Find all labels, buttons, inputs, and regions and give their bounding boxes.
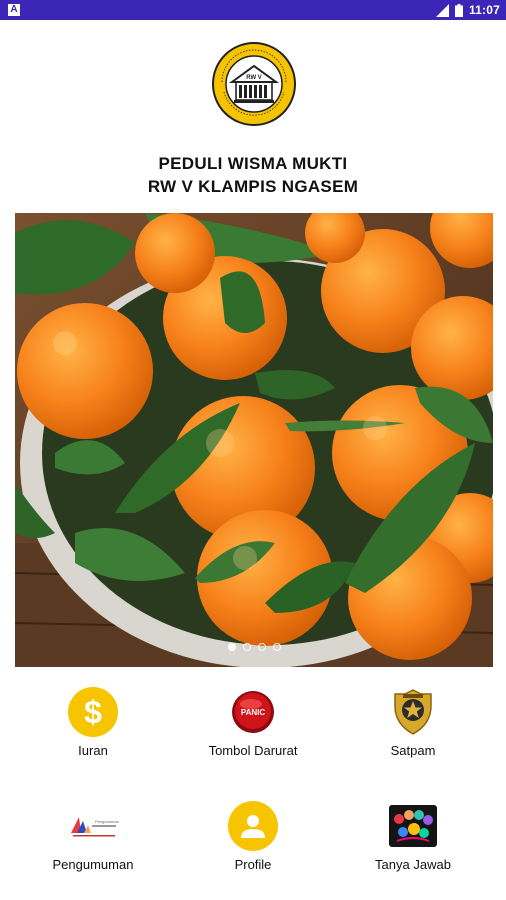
status-bar: A 11:07 xyxy=(0,0,506,20)
carousel-indicators xyxy=(15,643,493,651)
status-clock: 11:07 xyxy=(468,3,500,17)
menu-iuran-label: Iuran xyxy=(78,743,108,758)
rw-seal-icon: RW V xyxy=(212,42,296,126)
question-answer-icon xyxy=(389,805,437,847)
menu-tombol-darurat-label: Tombol Darurat xyxy=(208,743,298,758)
menu-tanya-jawab-label: Tanya Jawab xyxy=(375,857,451,872)
svg-text:PANIC: PANIC xyxy=(241,708,266,717)
menu-pengumuman[interactable]: Pengumuman Pengumuman xyxy=(9,800,177,872)
menu-iuran-icon-wrap: $ xyxy=(67,686,119,738)
carousel-dot-2[interactable] xyxy=(242,643,251,651)
organization-logo: RW V xyxy=(212,42,296,126)
user-profile-icon xyxy=(228,801,278,851)
menu-satpam-label: Satpam xyxy=(390,743,436,758)
dollar-icon: $ xyxy=(68,687,118,737)
carousel-dot-4[interactable] xyxy=(272,643,281,651)
svg-text:RW V: RW V xyxy=(246,75,262,81)
menu-profile-icon-wrap xyxy=(227,800,279,852)
svg-text:Pengumuman: Pengumuman xyxy=(95,819,119,824)
title-line-1: PEDULI WISMA MUKTI xyxy=(158,154,348,173)
menu-tombol-darurat[interactable]: PANIC Tombol Darurat xyxy=(169,686,337,758)
menu-iuran[interactable]: $ Iuran xyxy=(9,686,177,758)
carousel-dot-1[interactable] xyxy=(227,643,236,651)
menu-profile-label: Profile xyxy=(234,857,272,872)
svg-text:$: $ xyxy=(84,695,102,729)
signal-icon xyxy=(435,3,449,17)
menu-pengumuman-label: Pengumuman xyxy=(52,857,134,872)
menu-tanya-jawab-icon-wrap xyxy=(387,800,439,852)
menu-panic-icon-wrap: PANIC xyxy=(227,686,279,738)
menu-profile[interactable]: Profile xyxy=(169,800,337,872)
android-notification-icon: A xyxy=(8,4,20,16)
image-carousel[interactable] xyxy=(15,213,493,667)
announcement-logo-icon: Pengumuman xyxy=(71,817,119,837)
tangerine-basket-image xyxy=(15,213,493,667)
carousel-dot-3[interactable] xyxy=(257,643,266,651)
menu-pengumuman-icon-wrap: Pengumuman xyxy=(67,800,119,852)
security-badge-icon xyxy=(394,689,432,735)
title-line-2: RW V KLAMPIS NGASEM xyxy=(147,177,359,196)
battery-icon xyxy=(454,3,463,17)
menu-satpam-icon-wrap xyxy=(387,686,439,738)
menu-tanya-jawab[interactable]: Tanya Jawab xyxy=(329,800,497,872)
page-title: PEDULI WISMA MUKTI RW V KLAMPIS NGASEM xyxy=(0,152,506,198)
menu-satpam[interactable]: Satpam xyxy=(329,686,497,758)
panic-button-icon: PANIC xyxy=(232,691,274,733)
